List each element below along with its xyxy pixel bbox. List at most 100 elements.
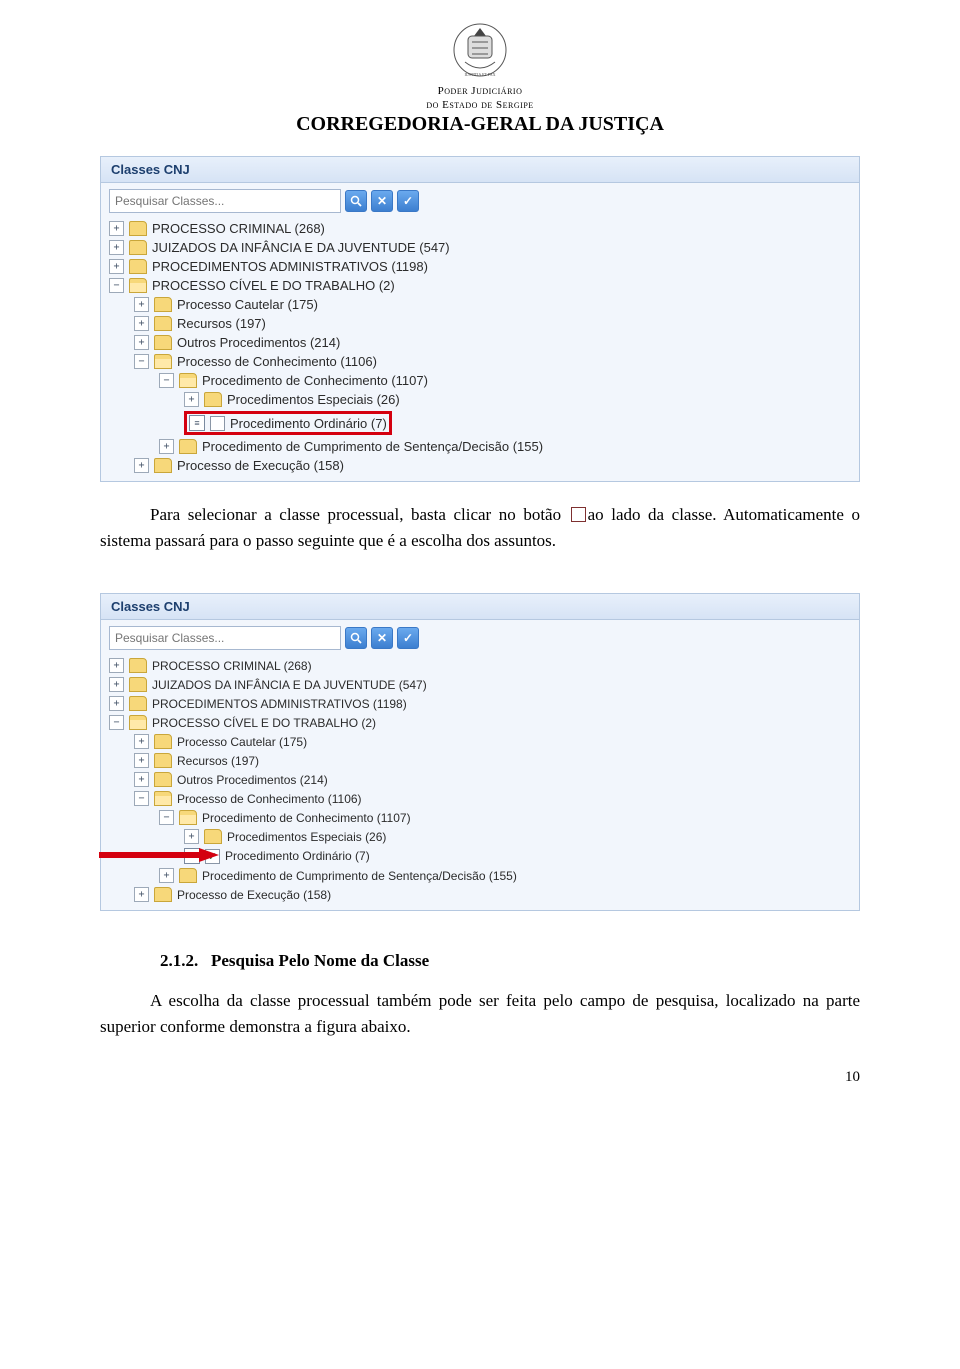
- search-row: ✕ ✓: [109, 626, 851, 650]
- checkbox-inline-icon: [571, 507, 586, 522]
- tree-item[interactable]: Recursos (197): [177, 754, 259, 768]
- expand-icon[interactable]: +: [109, 658, 124, 673]
- folder-icon: [154, 297, 172, 312]
- expand-icon[interactable]: +: [109, 240, 124, 255]
- tree-item[interactable]: Procedimento de Conhecimento (1107): [202, 811, 411, 825]
- expand-icon[interactable]: +: [134, 753, 149, 768]
- search-icon[interactable]: [345, 190, 367, 212]
- expand-icon[interactable]: +: [134, 772, 149, 787]
- document-header: IUSTITIA ET PAX Poder Judiciário do Esta…: [100, 20, 860, 136]
- ok-icon[interactable]: ✓: [397, 190, 419, 212]
- svg-text:IUSTITIA ET PAX: IUSTITIA ET PAX: [464, 72, 495, 77]
- panel-title: Classes CNJ: [101, 594, 859, 620]
- ministry-line1: Poder Judiciário: [100, 85, 860, 97]
- folder-icon: [129, 658, 147, 673]
- page-number: 10: [100, 1069, 860, 1086]
- expand-icon[interactable]: +: [184, 392, 199, 407]
- tree-item[interactable]: Processo Cautelar (175): [177, 297, 318, 312]
- folder-open-icon: [179, 810, 197, 825]
- expand-icon[interactable]: +: [184, 829, 199, 844]
- folder-icon: [154, 335, 172, 350]
- tree-item[interactable]: PROCESSO CRIMINAL (268): [152, 659, 312, 673]
- tree-item[interactable]: PROCEDIMENTOS ADMINISTRATIVOS (1198): [152, 697, 407, 711]
- expand-icon[interactable]: +: [134, 887, 149, 902]
- expand-icon[interactable]: +: [109, 677, 124, 692]
- classes-panel-1: Classes CNJ ✕ ✓ +PROCESSO CRIMINAL (268)…: [100, 156, 860, 482]
- expand-icon[interactable]: +: [134, 458, 149, 473]
- highlighted-item: ≡ Procedimento Ordinário (7): [184, 411, 392, 435]
- expand-icon[interactable]: +: [109, 259, 124, 274]
- folder-icon: [154, 887, 172, 902]
- tree-item[interactable]: Recursos (197): [177, 316, 266, 331]
- paragraph-1: Para selecionar a classe processual, bas…: [100, 502, 860, 553]
- org-title: CORREGEDORIA-GERAL DA JUSTIÇA: [100, 113, 860, 136]
- collapse-icon[interactable]: −: [109, 278, 124, 293]
- tree-item[interactable]: Procedimento de Cumprimento de Sentença/…: [202, 439, 543, 454]
- search-icon[interactable]: [345, 627, 367, 649]
- tree-item[interactable]: JUIZADOS DA INFÂNCIA E DA JUVENTUDE (547…: [152, 678, 427, 692]
- tree-item[interactable]: PROCEDIMENTOS ADMINISTRATIVOS (1198): [152, 259, 428, 274]
- collapse-icon[interactable]: −: [134, 354, 149, 369]
- paragraph-2: A escolha da classe processual também po…: [100, 988, 860, 1039]
- tree-item[interactable]: Procedimento de Cumprimento de Sentença/…: [202, 869, 517, 883]
- section-body: A escolha da classe processual também po…: [100, 991, 860, 1036]
- collapse-icon[interactable]: −: [159, 810, 174, 825]
- tree-item[interactable]: PROCESSO CÍVEL E DO TRABALHO (2): [152, 278, 395, 293]
- checkbox-checked[interactable]: ✓: [205, 849, 220, 864]
- folder-icon: [154, 753, 172, 768]
- tree-item[interactable]: JUIZADOS DA INFÂNCIA E DA JUVENTUDE (547…: [152, 240, 450, 255]
- expand-icon[interactable]: +: [159, 868, 174, 883]
- tree-item[interactable]: Processo Cautelar (175): [177, 735, 307, 749]
- expand-icon[interactable]: +: [109, 696, 124, 711]
- expand-icon[interactable]: +: [134, 734, 149, 749]
- section-title: Pesquisa Pelo Nome da Classe: [211, 951, 429, 970]
- folder-open-icon: [129, 278, 147, 293]
- folder-icon: [129, 677, 147, 692]
- folder-open-icon: [154, 791, 172, 806]
- folder-icon: [154, 458, 172, 473]
- expand-icon[interactable]: +: [134, 297, 149, 312]
- checkbox-unchecked[interactable]: [210, 416, 225, 431]
- folder-icon: [154, 772, 172, 787]
- class-tree: + PROCESSO CRIMINAL (268) + JUIZADOS DA IN…: [109, 656, 851, 904]
- search-input[interactable]: [109, 626, 341, 650]
- expand-icon[interactable]: +: [159, 439, 174, 454]
- tree-item[interactable]: Procedimento Ordinário (7): [230, 416, 387, 431]
- section-number: 2.1.2.: [160, 951, 198, 970]
- search-row: ✕ ✓: [109, 189, 851, 213]
- expand-icon[interactable]: +: [134, 335, 149, 350]
- tree-item[interactable]: Outros Procedimentos (214): [177, 335, 340, 350]
- tree-item[interactable]: Processo de Conhecimento (1106): [177, 354, 377, 369]
- folder-icon: [129, 221, 147, 236]
- expand-icon[interactable]: +: [134, 316, 149, 331]
- ok-icon[interactable]: ✓: [397, 627, 419, 649]
- tree-item[interactable]: Outros Procedimentos (214): [177, 773, 328, 787]
- collapse-icon[interactable]: −: [159, 373, 174, 388]
- tree-item[interactable]: Procedimentos Especiais (26): [227, 392, 400, 407]
- tree-item[interactable]: Procedimento de Conhecimento (1107): [202, 373, 428, 388]
- collapse-icon[interactable]: −: [134, 791, 149, 806]
- cancel-icon[interactable]: ✕: [371, 627, 393, 649]
- folder-open-icon: [179, 373, 197, 388]
- tree-item[interactable]: Processo de Execução (158): [177, 458, 344, 473]
- tree-item[interactable]: PROCESSO CRIMINAL (268): [152, 221, 325, 236]
- folder-icon: [179, 868, 197, 883]
- folder-open-icon: [154, 354, 172, 369]
- expand-icon[interactable]: +: [109, 221, 124, 236]
- tree-item[interactable]: Processo de Conhecimento (1106): [177, 792, 362, 806]
- tree-item[interactable]: Procedimento Ordinário (7): [225, 849, 370, 863]
- para1-text-b: ao lado da classe. Automaticamente: [588, 505, 844, 524]
- tree-item[interactable]: PROCESSO CÍVEL E DO TRABALHO (2): [152, 716, 376, 730]
- folder-icon: [129, 696, 147, 711]
- folder-icon: [154, 316, 172, 331]
- folder-icon: [129, 240, 147, 255]
- tree-item[interactable]: Processo de Execução (158): [177, 888, 331, 902]
- cancel-icon[interactable]: ✕: [371, 190, 393, 212]
- folder-icon: [129, 259, 147, 274]
- collapse-icon[interactable]: −: [109, 715, 124, 730]
- folder-icon: [204, 829, 222, 844]
- tree-item[interactable]: Procedimentos Especiais (26): [227, 830, 386, 844]
- crest-icon: IUSTITIA ET PAX: [450, 20, 510, 80]
- search-input[interactable]: [109, 189, 341, 213]
- classes-panel-2: Classes CNJ ✕ ✓ + PROCESSO CRIMINAL (268)…: [100, 593, 860, 911]
